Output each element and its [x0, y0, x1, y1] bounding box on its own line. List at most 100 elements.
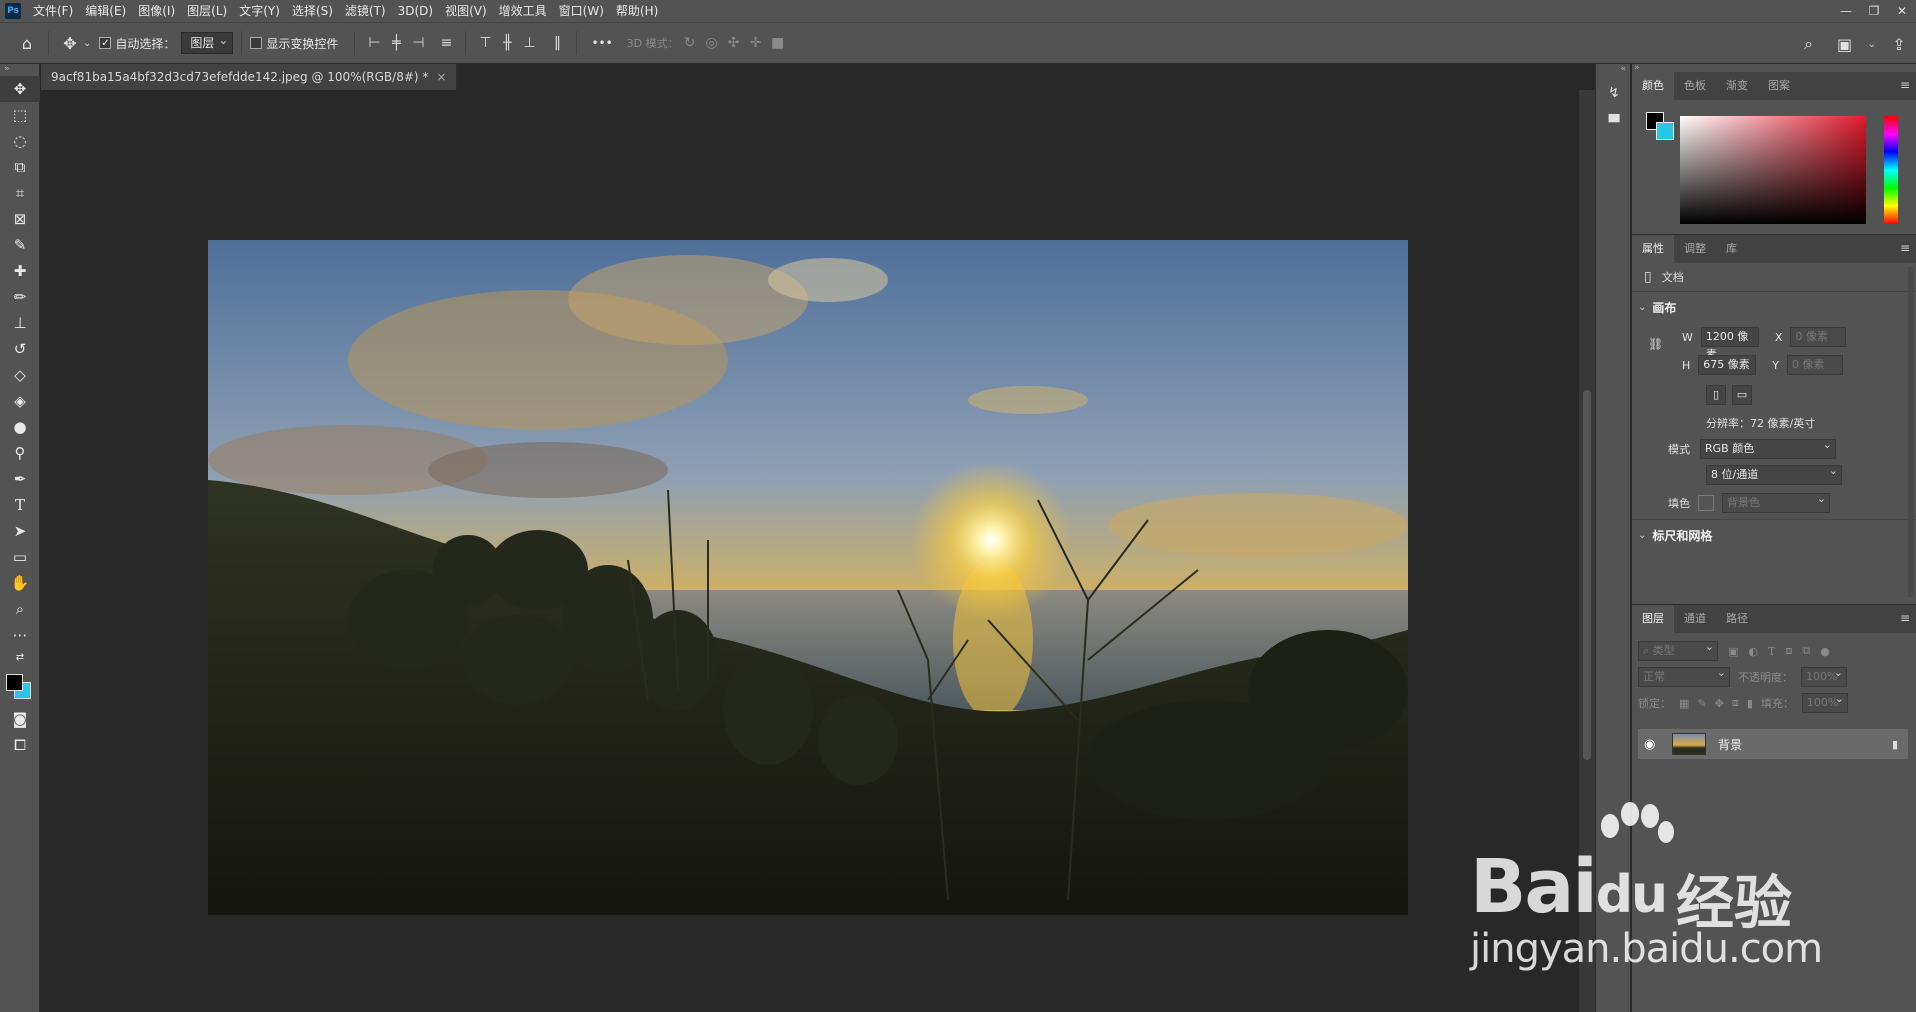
panel-menu-icon[interactable]: ≡	[1900, 611, 1910, 625]
clone-stamp-tool-icon[interactable]: ⊥	[0, 310, 40, 336]
tab-patterns[interactable]: 图案	[1758, 72, 1800, 100]
filter-smart-object-icon[interactable]: ⧉	[1802, 644, 1810, 658]
menu-plugins[interactable]: 增效工具	[493, 0, 553, 22]
lock-image-icon[interactable]: ✎	[1697, 697, 1706, 710]
show-transform-controls-checkbox[interactable]: 显示变换控件	[250, 35, 338, 52]
canvas-viewport[interactable]	[41, 90, 1577, 1012]
tab-color[interactable]: 颜色	[1632, 72, 1674, 100]
3d-camera-icon[interactable]: ■	[767, 32, 789, 54]
filter-toggle-icon[interactable]: ●	[1820, 645, 1830, 658]
share-icon[interactable]: ⇪	[1886, 35, 1912, 54]
lock-transparent-icon[interactable]: ▦	[1679, 697, 1689, 710]
path-selection-tool-icon[interactable]: ➤	[0, 518, 40, 544]
distribute-vertical-icon[interactable]: ≡	[435, 32, 457, 54]
foreground-color-swatch[interactable]	[6, 674, 23, 691]
move-tool-preset-icon[interactable]: ✥	[57, 34, 83, 53]
canvas-section-header[interactable]: ⌄ 画布	[1638, 299, 1676, 316]
history-panel-icon[interactable]: ↯	[1596, 78, 1632, 108]
color-mode-dropdown[interactable]: RGB 颜色	[1700, 436, 1836, 459]
minimize-button[interactable]: —	[1838, 4, 1854, 18]
quick-mask-icon[interactable]: ◙	[0, 706, 40, 732]
zoom-tool-icon[interactable]: ⌕	[0, 596, 40, 622]
eraser-tool-icon[interactable]: ◇	[0, 362, 40, 388]
eye-visibility-icon[interactable]: ◉	[1644, 737, 1655, 752]
preset-chevron-down-icon[interactable]: ⌄	[83, 38, 91, 49]
align-left-icon[interactable]: ⊢	[363, 32, 385, 54]
close-window-button[interactable]: ✕	[1894, 4, 1910, 18]
tab-paths[interactable]: 路径	[1716, 605, 1758, 633]
fill-input[interactable]: 100%	[1801, 690, 1848, 713]
menu-help[interactable]: 帮助(H)	[610, 0, 664, 22]
fill-dropdown[interactable]: 背景色	[1722, 490, 1830, 513]
tab-adjustments[interactable]: 调整	[1674, 235, 1716, 263]
3d-roll-icon[interactable]: ◎	[701, 32, 723, 54]
home-icon[interactable]: ⌂	[14, 34, 40, 53]
brush-tool-icon[interactable]: ✏	[0, 284, 40, 310]
lock-position-icon[interactable]: ✥	[1715, 697, 1724, 710]
scrollbar-thumb[interactable]	[1583, 390, 1591, 760]
lasso-tool-icon[interactable]: ◌	[0, 128, 40, 154]
filter-shape-icon[interactable]: ⧈	[1785, 644, 1792, 658]
foreground-background-colors[interactable]	[0, 666, 40, 706]
lock-all-icon[interactable]: ▮	[1747, 697, 1753, 710]
menu-3d[interactable]: 3D(D)	[392, 0, 439, 22]
workspace-icon[interactable]: ▣	[1832, 35, 1858, 54]
document-tab[interactable]: 9acf81ba15a4bf32d3cd73efefdde142.jpeg @ …	[41, 64, 458, 90]
tab-gradients[interactable]: 渐变	[1716, 72, 1758, 100]
expand-panels-icon[interactable]: «	[1596, 64, 1630, 78]
hand-tool-icon[interactable]: ✋	[0, 570, 40, 596]
tab-channels[interactable]: 通道	[1674, 605, 1716, 633]
menu-select[interactable]: 选择(S)	[286, 0, 339, 22]
healing-brush-tool-icon[interactable]: ✚	[0, 258, 40, 284]
more-options-button[interactable]: •••	[591, 36, 612, 50]
opacity-input[interactable]: 100%	[1801, 664, 1847, 687]
layer-row-background[interactable]: ◉ 背景 ▮	[1638, 729, 1908, 759]
3d-orbit-icon[interactable]: ↻	[679, 32, 701, 54]
eyedropper-tool-icon[interactable]: ✎	[0, 232, 40, 258]
align-horizontal-center-icon[interactable]: ╪	[385, 32, 407, 54]
3d-pan-icon[interactable]: ✣	[723, 32, 745, 54]
restore-button[interactable]: ❐	[1866, 4, 1882, 18]
document-canvas-image[interactable]	[208, 240, 1408, 915]
blur-tool-icon[interactable]: ●	[0, 414, 40, 440]
align-right-icon[interactable]: ⊣	[407, 32, 429, 54]
object-select-tool-icon[interactable]: ⧉	[0, 154, 40, 180]
portrait-orientation-icon[interactable]: ▯	[1706, 385, 1726, 405]
menu-filter[interactable]: 滤镜(T)	[339, 0, 392, 22]
width-input[interactable]: 1200 像素	[1700, 327, 1759, 361]
align-vertical-center-icon[interactable]: ╫	[496, 32, 518, 54]
properties-scrollbar[interactable]	[1908, 267, 1914, 597]
paint-bucket-tool-icon[interactable]: ◈	[0, 388, 40, 414]
frame-tool-icon[interactable]: ⊠	[0, 206, 40, 232]
height-input[interactable]: 675 像素	[1698, 355, 1757, 375]
menu-image[interactable]: 图像(I)	[132, 0, 181, 22]
marquee-tool-icon[interactable]: ⬚	[0, 102, 40, 128]
type-tool-icon[interactable]: T	[0, 492, 40, 518]
search-icon[interactable]: ⌕	[1796, 34, 1822, 54]
distribute-horizontal-icon[interactable]: ‖	[546, 32, 568, 54]
blend-mode-dropdown[interactable]: 正常	[1638, 664, 1730, 687]
menu-type[interactable]: 文字(Y)	[233, 0, 286, 22]
move-tool-icon[interactable]: ✥	[0, 76, 40, 102]
filter-pixel-icon[interactable]: ▣	[1728, 645, 1738, 658]
tab-libraries[interactable]: 库	[1716, 235, 1747, 263]
panel-menu-icon[interactable]: ≡	[1900, 78, 1910, 92]
link-dimensions-icon[interactable]: ⛓	[1648, 337, 1663, 351]
menu-file[interactable]: 文件(F)	[27, 0, 79, 22]
workspace-chevron-down-icon[interactable]: ⌄	[1868, 39, 1876, 50]
screen-mode-icon[interactable]: ⧠	[0, 732, 40, 758]
saturation-brightness-field[interactable]	[1680, 116, 1866, 224]
crop-tool-icon[interactable]: ⌗	[0, 180, 40, 206]
tab-properties[interactable]: 属性	[1632, 235, 1674, 263]
tab-swatches[interactable]: 色板	[1674, 72, 1716, 100]
swap-colors-icon[interactable]: ⇄	[0, 648, 40, 666]
fill-color-swatch[interactable]	[1698, 495, 1714, 511]
rectangle-tool-icon[interactable]: ▭	[0, 544, 40, 570]
history-brush-tool-icon[interactable]: ↺	[0, 336, 40, 362]
close-document-icon[interactable]: ×	[436, 64, 446, 90]
panel-collapse-icon[interactable]: »	[0, 64, 39, 76]
align-bottom-icon[interactable]: ⊥	[518, 32, 540, 54]
menu-window[interactable]: 窗口(W)	[553, 0, 610, 22]
edit-toolbar-icon[interactable]: ⋯	[0, 622, 40, 648]
align-top-icon[interactable]: ⊤	[474, 32, 496, 54]
